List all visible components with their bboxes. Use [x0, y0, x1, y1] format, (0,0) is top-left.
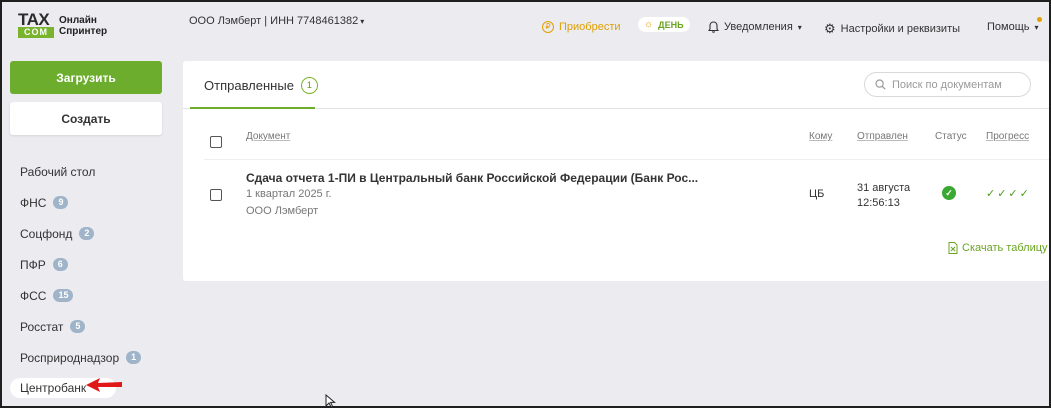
status-success-icon[interactable]: ✓: [942, 186, 956, 200]
search-input[interactable]: [892, 78, 1027, 91]
sidebar-item-fss[interactable]: ФСС 15: [10, 280, 175, 311]
sidebar-item-rosprirodnadzor[interactable]: Росприроднадзор 1: [10, 342, 175, 373]
ruble-coin-icon: ₽: [542, 21, 554, 33]
row-checkbox[interactable]: [210, 189, 222, 201]
sidebar-item-desktop[interactable]: Рабочий стол: [10, 156, 175, 187]
documents-panel: Отправленные 1 Документ Кому Отправлен С…: [183, 61, 1049, 281]
column-header-to[interactable]: Кому: [809, 131, 832, 142]
buy-button[interactable]: ₽ Приобрести: [542, 21, 621, 33]
document-period: 1 квартал 2025 г.: [246, 188, 332, 200]
search-box[interactable]: [864, 72, 1031, 97]
column-header-document[interactable]: Документ: [246, 131, 290, 142]
top-bar: TAX COM Онлайн Спринтер ООО Лэмберт | ИН…: [2, 2, 1049, 54]
organization-selector[interactable]: ООО Лэмберт | ИНН 7748461382 ▾: [189, 15, 364, 27]
sidebar-item-socfond[interactable]: Соцфонд 2: [10, 218, 175, 249]
document-organization: ООО Лэмберт: [246, 205, 319, 217]
taxcom-logo[interactable]: TAX COM Онлайн Спринтер: [18, 10, 128, 39]
sidebar-item-pfr[interactable]: ПФР 6: [10, 249, 175, 280]
notifications-label: Уведомления: [724, 21, 793, 33]
tab-count-badge: 1: [300, 77, 318, 94]
help-label: Помощь: [987, 21, 1030, 33]
notifications-menu[interactable]: Уведомления ▾: [708, 21, 802, 33]
download-table-link[interactable]: Скачать таблицу: [948, 242, 1048, 254]
tab-label: Отправленные: [204, 78, 294, 93]
gear-icon: ⚙: [824, 21, 836, 36]
sidebar-nav: Рабочий стол ФНС 9 Соцфонд 2 ПФР 6 ФСС 1…: [10, 156, 175, 398]
column-header-progress[interactable]: Прогресс: [986, 131, 1029, 142]
chevron-down-icon: ▾: [360, 17, 365, 26]
sidebar-item-rosstat[interactable]: Росстат 5: [10, 311, 175, 342]
mouse-cursor-icon: [325, 394, 336, 408]
select-all-checkbox[interactable]: [210, 136, 222, 148]
sidebar-item-label: ПФР: [20, 257, 46, 272]
sent-datetime-cell: 31 августа 12:56:13: [857, 181, 910, 211]
sidebar-item-label: Росприроднадзор: [20, 350, 120, 365]
notification-dot: [1036, 17, 1042, 22]
tab-bar: Отправленные 1: [183, 61, 1049, 109]
document-title-link[interactable]: Сдача отчета 1-ПИ в Центральный банк Рос…: [246, 171, 698, 185]
excel-file-icon: [948, 242, 958, 254]
buy-label: Приобрести: [559, 21, 621, 33]
recipient-cell: ЦБ: [809, 188, 825, 200]
sidebar-item-label: Росстат: [20, 319, 64, 334]
sun-icon: ☼: [644, 19, 654, 30]
count-badge: 1: [126, 351, 142, 364]
sidebar-item-fns[interactable]: ФНС 9: [10, 187, 175, 218]
count-badge: 6: [52, 258, 68, 271]
count-badge: 9: [53, 196, 69, 209]
settings-label: Настройки и реквизиты: [840, 23, 961, 35]
sidebar-item-label: Соцфонд: [20, 226, 73, 241]
sidebar-item-label: ФНС: [20, 195, 47, 210]
settings-menu[interactable]: ⚙ Настройки и реквизиты: [824, 21, 960, 37]
bell-icon: [708, 21, 719, 33]
sidebar-item-label: ФСС: [20, 288, 47, 303]
chevron-down-icon: ▾: [797, 22, 802, 32]
search-icon: [875, 79, 886, 90]
create-button[interactable]: Создать: [10, 102, 162, 135]
column-header-status: Статус: [935, 131, 967, 142]
help-menu[interactable]: Помощь ▾: [987, 17, 1042, 33]
organization-label: ООО Лэмберт | ИНН 7748461382: [189, 15, 359, 27]
progress-checkmarks[interactable]: ✓✓✓✓: [986, 187, 1031, 200]
sent-time: 12:56:13: [857, 197, 900, 209]
active-tab-indicator: [190, 107, 315, 109]
upload-button[interactable]: Загрузить: [10, 61, 162, 94]
theme-toggle[interactable]: ☼ ДЕНЬ: [638, 17, 690, 32]
divider: [204, 159, 1049, 160]
sidebar-item-label: Рабочий стол: [20, 164, 96, 179]
logo-product-name: Онлайн Спринтер: [59, 15, 108, 37]
red-arrow-annotation-icon: [86, 378, 122, 392]
count-badge: 2: [79, 227, 95, 240]
sent-date: 31 августа: [857, 182, 911, 194]
tab-sent[interactable]: Отправленные 1: [204, 77, 318, 94]
download-label: Скачать таблицу: [962, 242, 1048, 254]
sidebar-item-label: Центробанк: [20, 381, 87, 395]
logo-com: COM: [18, 27, 54, 38]
theme-label: ДЕНЬ: [658, 19, 684, 30]
count-badge: 15: [53, 289, 74, 302]
column-header-sent[interactable]: Отправлен: [857, 131, 908, 142]
logo-tax: TAX: [18, 10, 50, 29]
count-badge: 5: [70, 320, 86, 333]
chevron-down-icon: ▾: [1034, 22, 1039, 32]
